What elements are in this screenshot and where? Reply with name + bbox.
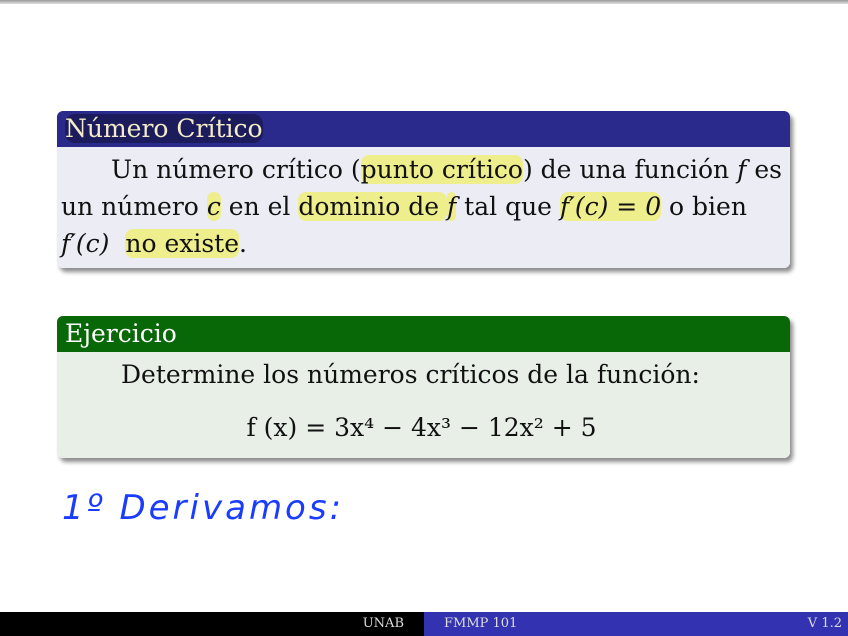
definition-block: Número Crítico Un número crítico (punto … bbox=[57, 111, 790, 268]
footer-course: FMMP 101 bbox=[444, 616, 518, 631]
footer-institution: UNAB bbox=[362, 616, 404, 631]
exercise-block: Ejercicio Determine los números críticos… bbox=[57, 316, 790, 458]
exercise-title: Ejercicio bbox=[57, 316, 790, 352]
exercise-body: Determine los números críticos de la fun… bbox=[57, 352, 790, 458]
footer: UNAB FMMP 101 V 1.2 bbox=[0, 612, 848, 636]
definition-title: Número Crítico bbox=[57, 111, 790, 147]
exercise-formula: f (x) = 3x⁴ − 4x³ − 12x² + 5 bbox=[246, 413, 597, 442]
top-bar bbox=[0, 0, 848, 4]
footer-version: V 1.2 bbox=[807, 616, 842, 631]
handwritten-note: 1º Derivamos: bbox=[62, 488, 345, 528]
exercise-text: Determine los números críticos de la fun… bbox=[121, 360, 700, 389]
definition-body: Un número crítico (punto crítico) de una… bbox=[57, 147, 790, 268]
